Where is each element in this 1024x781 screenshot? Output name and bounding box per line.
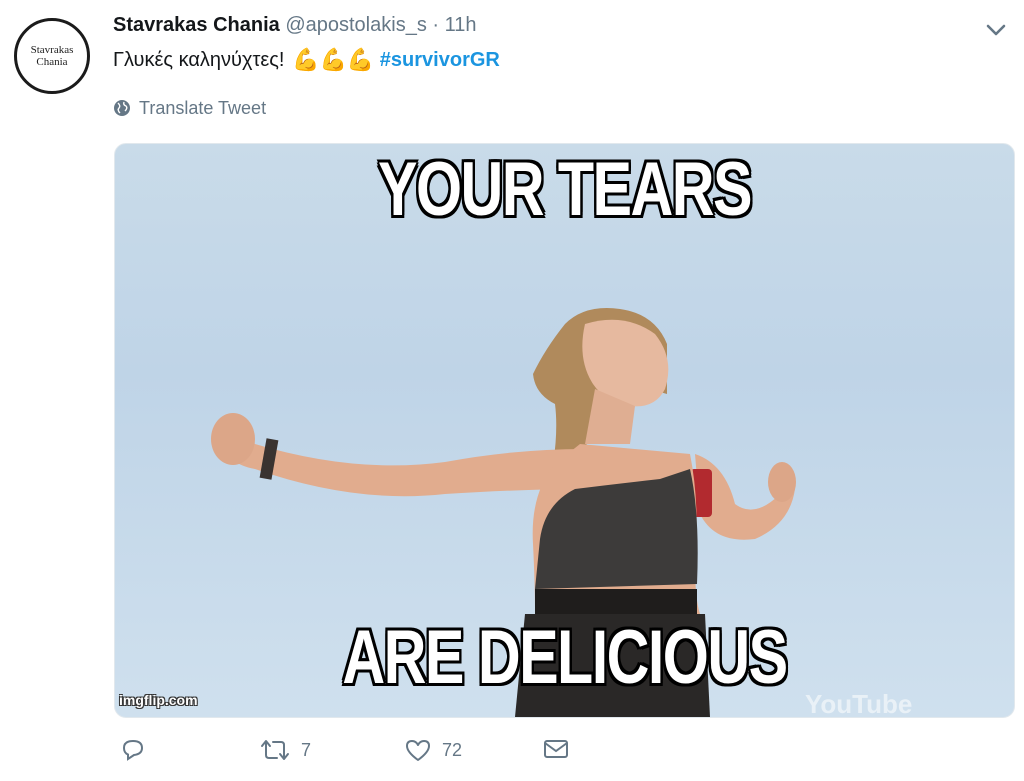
meme-top-caption: YOUR TEARS — [377, 147, 753, 232]
translate-label: Translate Tweet — [139, 98, 267, 118]
like-count: 72 — [442, 739, 463, 760]
translate-tweet-link[interactable]: Translate Tweet — [113, 96, 266, 120]
tweet-timestamp[interactable]: 11h — [445, 14, 477, 36]
reply-icon — [122, 739, 144, 761]
reply-button[interactable] — [120, 737, 146, 763]
retweet-icon — [261, 740, 289, 760]
heart-icon — [406, 740, 430, 761]
flexed-biceps-emoji: 💪💪💪 — [292, 47, 375, 72]
author-handle[interactable]: @apostolakis_s — [285, 14, 426, 36]
like-button[interactable]: 72 — [404, 737, 462, 763]
youtube-watermark: YouTube — [805, 689, 913, 718]
chevron-down-icon[interactable] — [982, 16, 1010, 44]
meme-bottom-caption: ARE DELICIOUS — [342, 615, 788, 700]
hashtag-link[interactable]: #survivorGR — [380, 49, 500, 71]
avatar-text-line1: Stavrakas — [30, 44, 74, 56]
tweet-text: Γλυκές καληνύχτες! 💪💪💪 #survivorGR — [113, 46, 500, 74]
imgflip-watermark: imgflip.com — [119, 692, 198, 708]
globe-icon — [114, 100, 130, 116]
retweet-count: 7 — [301, 739, 312, 760]
tweet-body: Γλυκές καληνύχτες! — [113, 49, 285, 71]
avatar[interactable]: Stavrakas Chania — [14, 18, 90, 94]
author-name[interactable]: Stavrakas Chania — [113, 14, 280, 36]
mail-icon — [544, 740, 568, 758]
direct-message-button[interactable] — [542, 737, 570, 761]
avatar-text-line2: Chania — [36, 56, 68, 68]
retweet-button[interactable]: 7 — [259, 737, 311, 763]
tweet-media-image[interactable]: YOUR TEARS ARE DELICIOUS imgflip.com You… — [114, 143, 1015, 718]
tweet-actions: 7 72 — [114, 737, 714, 773]
tweet-header: Stavrakas Chania @apostolakis_s · 11h — [113, 12, 477, 38]
separator-dot: · — [432, 14, 440, 36]
